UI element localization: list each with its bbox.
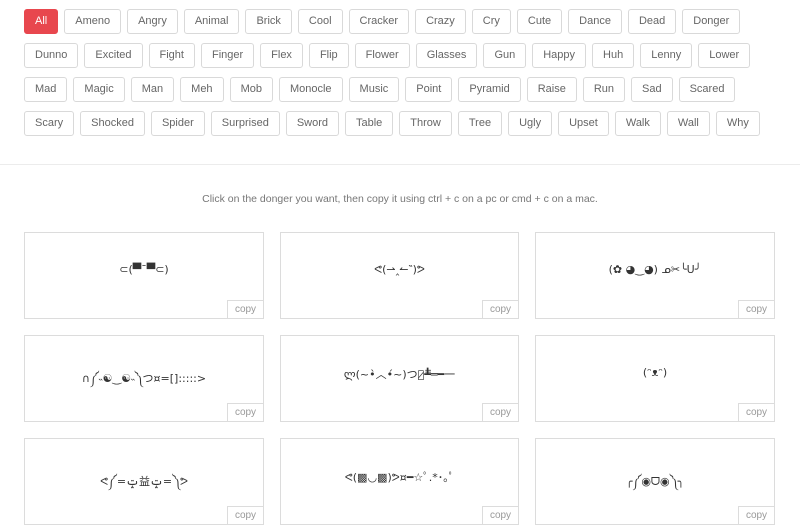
donger-text[interactable]: (ᵔᴥᵔ) [536, 366, 774, 379]
tag-all[interactable]: All [24, 9, 59, 34]
donger-card[interactable]: ⊂(▀¯▀⊂) copy [24, 232, 264, 319]
tag-shocked[interactable]: Shocked [80, 111, 145, 136]
copy-button[interactable]: copy [738, 300, 774, 318]
tag-sad[interactable]: Sad [631, 77, 673, 102]
copy-button[interactable]: copy [482, 300, 518, 318]
tag-man[interactable]: Man [130, 77, 175, 102]
copy-button[interactable]: copy [227, 403, 263, 421]
tag-scary[interactable]: Scary [24, 111, 75, 136]
tag-spider[interactable]: Spider [150, 111, 205, 136]
tag-walk[interactable]: Walk [614, 111, 661, 136]
tag-mad[interactable]: Mad [24, 77, 68, 102]
tag-table[interactable]: Table [345, 111, 394, 136]
tag-wall[interactable]: Wall [666, 111, 710, 136]
tag-lenny[interactable]: Lenny [640, 43, 693, 68]
copy-button[interactable]: copy [738, 403, 774, 421]
tag-meh[interactable]: Meh [180, 77, 224, 102]
tag-lower[interactable]: Lower [698, 43, 751, 68]
copy-button[interactable]: copy [482, 403, 518, 421]
tag-brick[interactable]: Brick [245, 9, 292, 34]
tag-tree[interactable]: Tree [457, 111, 503, 136]
tag-dunno[interactable]: Dunno [24, 43, 79, 68]
donger-text[interactable]: ∩༼˵☯‿☯˵༽つ¤=[]:::::> [25, 366, 263, 397]
section-divider [0, 164, 800, 165]
donger-card[interactable]: (✿ ◕‿◕) ᓄ✂╰U╯ copy [535, 232, 775, 319]
donger-card[interactable]: ᕙ༼=ݓ益ݓ=༽ᕗ copy [24, 438, 264, 525]
donger-card[interactable]: ᕙ(⇀‸↼‶)ᕗ copy [280, 232, 519, 319]
tag-surprised[interactable]: Surprised [210, 111, 280, 136]
copy-button[interactable]: copy [482, 506, 518, 524]
tag-happy[interactable]: Happy [532, 43, 587, 68]
donger-card[interactable]: (ᵔᴥᵔ) copy [535, 335, 775, 422]
tag-magic[interactable]: Magic [73, 77, 125, 102]
tag-cute[interactable]: Cute [516, 9, 563, 34]
donger-text[interactable]: ᕙ༼=ݓ益ݓ=༽ᕗ [25, 469, 263, 500]
tag-animal[interactable]: Animal [183, 9, 240, 34]
tag-donger[interactable]: Donger [682, 9, 741, 34]
tag-monocle[interactable]: Monocle [278, 77, 343, 102]
donger-text[interactable]: ᕙ(⇀‸↼‶)ᕗ [281, 263, 518, 276]
tag-glasses[interactable]: Glasses [415, 43, 478, 68]
donger-text[interactable]: (✿ ◕‿◕) ᓄ✂╰U╯ [536, 263, 774, 276]
tag-angry[interactable]: Angry [127, 9, 178, 34]
copy-button[interactable]: copy [738, 506, 774, 524]
tag-excited[interactable]: Excited [84, 43, 143, 68]
tag-cracker[interactable]: Cracker [348, 9, 410, 34]
tag-flip[interactable]: Flip [308, 43, 349, 68]
donger-card[interactable]: ╭༼◉ᗜ◉༽╮ copy [535, 438, 775, 525]
donger-card[interactable]: ლ(~•̀︿•́~)つ︻̷┻̿═━一 copy [280, 335, 519, 422]
donger-text[interactable]: ᕙ(▩◡▩)ᕗ¤━☆ﾟ.*･｡ﾟ [281, 469, 518, 485]
donger-text[interactable]: ლ(~•̀︿•́~)つ︻̷┻̿═━一 [281, 366, 518, 382]
tag-huh[interactable]: Huh [592, 43, 635, 68]
tag-mob[interactable]: Mob [229, 77, 273, 102]
tag-music[interactable]: Music [348, 77, 400, 102]
donger-grid: ⊂(▀¯▀⊂) copy ᕙ(⇀‸↼‶)ᕗ copy (✿ ◕‿◕) ᓄ✂╰U╯ copy… [24, 232, 775, 525]
donger-card[interactable]: ∩༼˵☯‿☯˵༽つ¤=[]:::::>copy [24, 335, 264, 422]
tag-upset[interactable]: Upset [558, 111, 609, 136]
tag-throw[interactable]: Throw [399, 111, 452, 136]
tag-finger[interactable]: Finger [200, 43, 255, 68]
donger-card[interactable]: ᕙ(▩◡▩)ᕗ¤━☆ﾟ.*･｡ﾟ copy [280, 438, 519, 525]
donger-text[interactable]: ╭༼◉ᗜ◉༽╮ [536, 469, 774, 500]
copy-button[interactable]: copy [227, 506, 263, 524]
tag-ugly[interactable]: Ugly [508, 111, 553, 136]
tag-gun[interactable]: Gun [483, 43, 527, 68]
tag-flower[interactable]: Flower [354, 43, 410, 68]
tag-point[interactable]: Point [405, 77, 453, 102]
copy-button[interactable]: copy [227, 300, 263, 318]
copy-instructions: Click on the donger you want, then copy … [202, 193, 598, 205]
tag-crazy[interactable]: Crazy [415, 9, 466, 34]
donger-text[interactable]: ⊂(▀¯▀⊂) [25, 263, 263, 276]
tag-pyramid[interactable]: Pyramid [458, 77, 521, 102]
tag-why[interactable]: Why [715, 111, 760, 136]
tag-filter-bar: All Ameno Angry Animal Brick Cool Cracker Crazy… [24, 9, 784, 136]
tag-ameno[interactable]: Ameno [64, 9, 122, 34]
tag-fight[interactable]: Fight [148, 43, 195, 68]
tag-sword[interactable]: Sword [285, 111, 339, 136]
tag-dance[interactable]: Dance [568, 9, 622, 34]
tag-cry[interactable]: Cry [471, 9, 511, 34]
tag-dead[interactable]: Dead [627, 9, 677, 34]
tag-flex[interactable]: Flex [260, 43, 303, 68]
tag-run[interactable]: Run [582, 77, 626, 102]
tag-raise[interactable]: Raise [526, 77, 577, 102]
tag-scared[interactable]: Scared [678, 77, 736, 102]
tag-cool[interactable]: Cool [297, 9, 343, 34]
